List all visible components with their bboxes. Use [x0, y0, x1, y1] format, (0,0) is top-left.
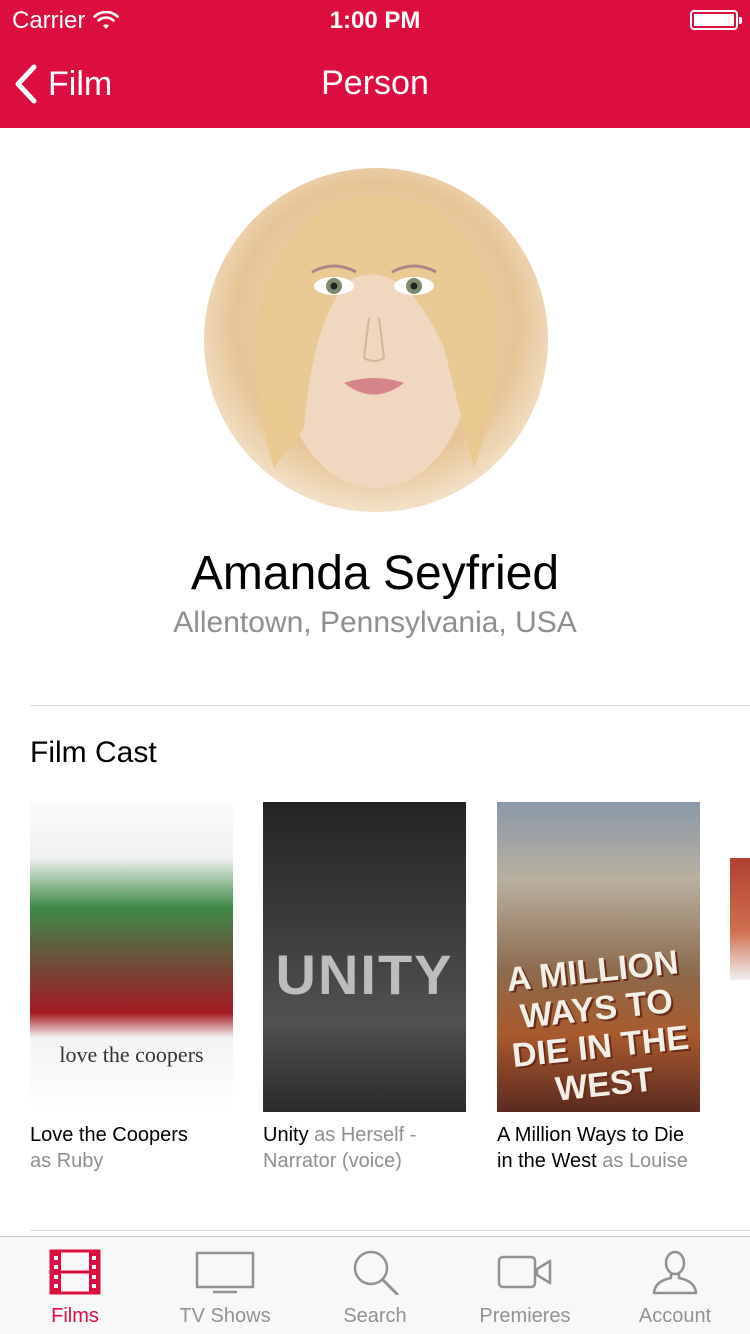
- film-caption: A Million Ways to Die in the West as Lou…: [497, 1122, 700, 1174]
- search-icon: [353, 1250, 399, 1295]
- film-poster: A MILLION WAYS TO DIE IN THE WEST: [497, 802, 700, 1112]
- film-caption: Unity as Herself - Narrator (voice): [263, 1122, 466, 1174]
- film-card[interactable]: A MILLION WAYS TO DIE IN THE WEST A Mill…: [497, 802, 700, 1174]
- section-title: Film Cast: [30, 736, 157, 769]
- film-icon: [49, 1249, 101, 1295]
- tab-label: Search: [343, 1305, 407, 1327]
- tab-premieres[interactable]: Premieres: [450, 1237, 600, 1334]
- tab-bar: Films TV Shows Search Premieres Account: [0, 1236, 750, 1334]
- battery-icon: [690, 10, 742, 30]
- tab-tv-shows[interactable]: TV Shows: [150, 1237, 300, 1334]
- role-prefix: as: [314, 1124, 336, 1146]
- tab-search[interactable]: Search: [300, 1237, 450, 1334]
- page-title: Person: [321, 64, 429, 102]
- status-time: 1:00 PM: [329, 7, 421, 34]
- poster-title: UNITY: [275, 943, 454, 1006]
- film-poster: love the coopers: [30, 802, 233, 1112]
- film-role: Louise: [628, 1150, 688, 1172]
- navigation-bar: Carrier 1:00 PM Film Person: [0, 0, 750, 128]
- film-card[interactable]: UNITY Unity as Herself - Narrator (voice…: [263, 802, 466, 1174]
- film-poster: UNITY: [263, 802, 466, 1112]
- role-prefix: as: [30, 1150, 52, 1172]
- tab-label: Premieres: [479, 1305, 571, 1327]
- section-divider: [30, 1230, 750, 1231]
- poster-title: A MILLION WAYS TO DIE IN THE WEST: [504, 943, 691, 1109]
- tab-label: Account: [638, 1305, 712, 1327]
- poster-title: love the coopers: [59, 1042, 204, 1067]
- film-title: Love the Coopers: [30, 1124, 188, 1146]
- portrait-illustration: [256, 197, 497, 488]
- tab-account[interactable]: Account: [600, 1237, 750, 1334]
- role-prefix: as: [602, 1150, 624, 1172]
- film-role: Ruby: [56, 1150, 104, 1172]
- tab-label: Films: [51, 1305, 99, 1327]
- person-photo: [204, 168, 548, 512]
- tv-icon: [195, 1251, 255, 1294]
- film-poster: [730, 858, 750, 980]
- film-card[interactable]: W as: [730, 802, 750, 986]
- person-hometown: Allentown, Pennsylvania, USA: [173, 606, 577, 639]
- film-title: Unity: [263, 1124, 309, 1146]
- film-card[interactable]: love the coopers Love the Coopers as Rub…: [30, 802, 233, 1174]
- person-name: Amanda Seyfried: [190, 547, 560, 600]
- section-divider: [30, 705, 750, 706]
- film-caption: Love the Coopers as Ruby: [30, 1122, 233, 1174]
- status-bar: Carrier 1:00 PM: [0, 0, 750, 40]
- tab-films[interactable]: Films: [0, 1237, 150, 1334]
- person-icon: [652, 1250, 698, 1295]
- film-cast-carousel[interactable]: love the coopers Love the Coopers as Rub…: [0, 802, 750, 1202]
- tab-label: TV Shows: [179, 1305, 271, 1327]
- video-camera-icon: [497, 1255, 552, 1289]
